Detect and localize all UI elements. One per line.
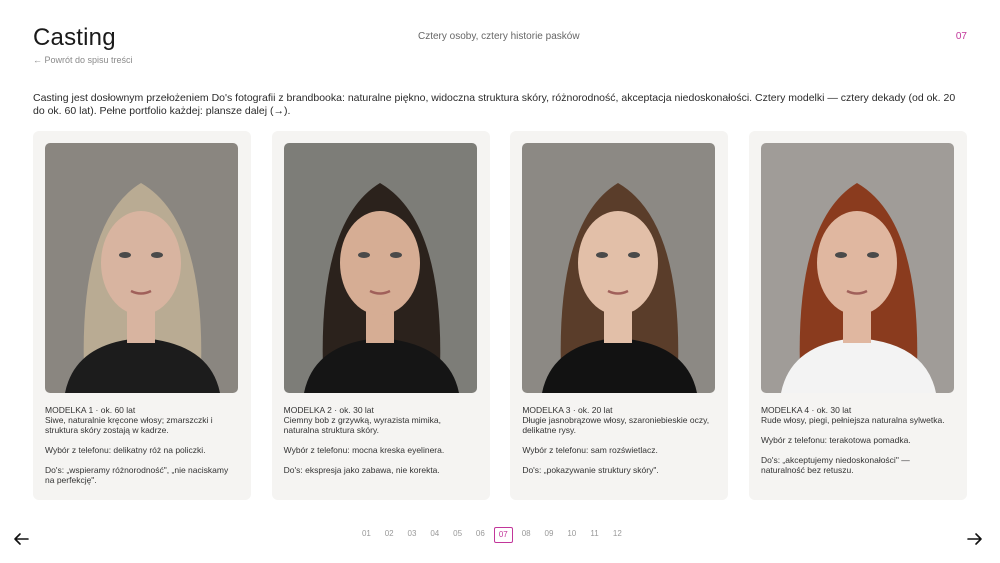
model-dos: Do's: ekspresja jako zabawa, nie korekta…: [283, 465, 440, 475]
model-description: Siwe, naturalnie kręcone włosy; zmarszcz…: [45, 415, 213, 435]
arrow-left-icon: [14, 533, 29, 545]
pager-item-04[interactable]: 04: [423, 527, 446, 543]
model-phone-choice: Wybór z telefonu: delikatny róż na polic…: [45, 445, 206, 455]
model-card-1[interactable]: MODELKA 1 · ok. 60 lat Siwe, naturalnie …: [33, 131, 251, 500]
pagination: 01 02 03 04 05 06 07 08 09 10 11 12: [355, 527, 629, 543]
model-description: Ciemny bob z grzywką, wyrazista mimika, …: [283, 415, 441, 435]
pager-item-08[interactable]: 08: [515, 527, 538, 543]
model-phone-choice: Wybór z telefonu: sam rozświetlacz.: [522, 445, 658, 455]
back-to-contents-link[interactable]: ← Powrót do spisu treści: [33, 55, 133, 65]
intro-text: Casting jest dosłownym przełożeniem Do's…: [33, 92, 956, 117]
pager-item-11[interactable]: 11: [583, 527, 606, 543]
pager-item-10[interactable]: 10: [560, 527, 583, 543]
model-description: Długie jasnobrązowe włosy, szaroniebiesk…: [522, 415, 710, 435]
pager-item-09[interactable]: 09: [538, 527, 561, 543]
model-photo-4: [760, 143, 954, 393]
page-subtitle: Cztery osoby, cztery historie pasków: [418, 31, 580, 42]
pager-item-12[interactable]: 12: [606, 527, 629, 543]
pager-item-01[interactable]: 01: [355, 527, 378, 543]
model-dos: Do's: „akceptujemy niedoskonałości" — na…: [760, 455, 910, 475]
portrait-illustration: [45, 143, 238, 393]
model-cards: MODELKA 1 · ok. 60 lat Siwe, naturalnie …: [33, 131, 967, 500]
page-title: Casting: [33, 24, 116, 51]
model-card-2[interactable]: MODELKA 2 · ok. 30 lat Ciemny bob z grzy…: [271, 131, 490, 500]
model-photo-1: [45, 143, 238, 393]
model-photo-3: [522, 143, 716, 393]
model-description: Rude włosy, piegi, pełniejsza naturalna …: [760, 415, 945, 425]
model-photo-2: [283, 143, 477, 393]
model-heading: MODELKA 1 · ok. 60 lat: [45, 405, 136, 415]
pager-item-07[interactable]: 07: [493, 527, 513, 543]
portrait-illustration: [522, 143, 716, 393]
model-phone-choice: Wybór z telefonu: terakotowa pomadka.: [760, 435, 911, 445]
model-dos: Do's: „wspieramy różnorodność", „nie nac…: [45, 465, 229, 485]
page-number: 07: [955, 31, 967, 42]
model-heading: MODELKA 3 · ok. 20 lat: [522, 405, 613, 415]
pager-item-02[interactable]: 02: [378, 527, 401, 543]
portrait-illustration: [760, 143, 954, 393]
prev-page-button[interactable]: [12, 530, 30, 548]
model-heading: MODELKA 2 · ok. 30 lat: [283, 405, 374, 415]
pager-item-03[interactable]: 03: [401, 527, 424, 543]
portrait-illustration: [283, 143, 477, 393]
model-card-4[interactable]: MODELKA 4 · ok. 30 lat Rude włosy, piegi…: [748, 131, 967, 500]
model-card-3[interactable]: MODELKA 3 · ok. 20 lat Długie jasnobrązo…: [510, 131, 729, 500]
pager-item-06[interactable]: 06: [469, 527, 492, 543]
arrow-right-icon: [967, 533, 982, 545]
pager-item-05[interactable]: 05: [446, 527, 469, 543]
next-page-button[interactable]: [966, 530, 984, 548]
model-phone-choice: Wybór z telefonu: mocna kreska eyelinera…: [283, 445, 445, 455]
model-dos: Do's: „pokazywanie struktury skóry".: [522, 465, 659, 475]
model-heading: MODELKA 4 · ok. 30 lat: [760, 405, 852, 415]
